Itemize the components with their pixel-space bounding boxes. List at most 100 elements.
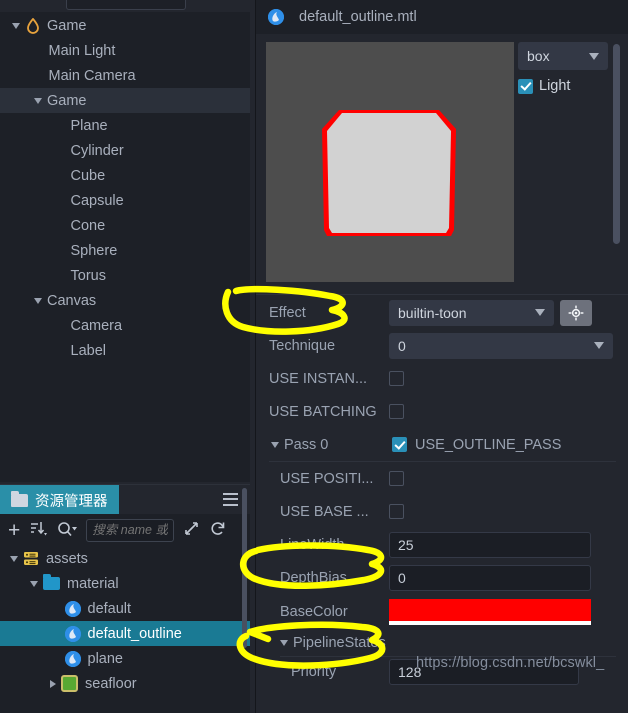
flame-icon <box>25 17 41 34</box>
hierarchy-item-label[interactable]: Label <box>0 338 250 363</box>
material-icon-svg <box>268 9 284 25</box>
left-column: Game Main Light Main Camera Game Plane Cylind… <box>0 0 255 713</box>
collapse-icon-svg <box>185 522 199 535</box>
texture-icon <box>61 675 78 692</box>
chevron-down-icon[interactable] <box>34 297 42 304</box>
search-icon-svg <box>58 521 78 536</box>
hierarchy-item-torus[interactable]: Torus <box>0 263 250 288</box>
chevron-down-icon <box>594 342 604 349</box>
use-base-checkbox[interactable] <box>389 504 404 519</box>
hierarchy-item-main-light[interactable]: Main Light <box>0 38 250 63</box>
hierarchy-item-game[interactable]: Game <box>0 88 250 113</box>
sort-icon[interactable] <box>29 521 48 539</box>
chevron-down-icon[interactable] <box>280 640 288 646</box>
basecolor-label: BaseColor <box>280 604 348 620</box>
technique-select[interactable]: 0 <box>389 332 613 359</box>
hierarchy-item-label: Cube <box>70 167 106 184</box>
properties-list: Effect builtin-toon Technique 0 USE INST… <box>256 296 628 713</box>
database-icon <box>23 551 39 566</box>
technique-label: Technique <box>269 337 336 354</box>
hierarchy-item-label: Capsule <box>70 192 124 209</box>
use-batching-checkbox[interactable] <box>389 404 404 419</box>
hierarchy-item-label: Main Light <box>48 42 116 59</box>
assets-tabbar: 资源管理器 <box>0 484 250 515</box>
chevron-down-icon <box>589 52 599 60</box>
assets-panel: 资源管理器 + 搜索 name 或 assets material defaul… <box>0 484 250 713</box>
effect-value: builtin-toon <box>398 304 467 321</box>
preview-shape-select[interactable]: box <box>518 42 608 70</box>
asset-item-label: default <box>87 600 132 617</box>
folder-icon <box>11 490 28 507</box>
asset-item-label: default_outline <box>87 625 182 642</box>
asset-item-seafloor[interactable]: seafloor <box>0 671 250 696</box>
hierarchy-tree: Game Main Light Main Camera Game Plane Cylind… <box>0 13 250 363</box>
asset-item-assets[interactable]: assets <box>0 546 250 571</box>
hierarchy-item-label: Cylinder <box>70 142 124 159</box>
hierarchy-panel: Game Main Light Main Camera Game Plane Cylind… <box>0 0 250 482</box>
property-row-use-instancing: USE INSTAN... <box>256 362 628 395</box>
hierarchy-item-canvas[interactable]: Canvas <box>0 288 250 313</box>
target-icon <box>568 305 584 320</box>
asset-item-default_outline[interactable]: default_outline <box>0 621 250 646</box>
asset-item-plane[interactable]: plane <box>0 646 250 671</box>
hierarchy-item-camera[interactable]: Camera <box>0 313 250 338</box>
preview-canvas[interactable] <box>266 42 514 282</box>
use-instancing-checkbox[interactable] <box>389 371 404 386</box>
material-icon <box>64 625 81 642</box>
use-instancing-label: USE INSTAN... <box>269 370 368 387</box>
chevron-down-icon[interactable] <box>30 580 38 587</box>
hamburger-menu-icon[interactable] <box>223 493 238 506</box>
property-row-pass0: Pass 0 USE_OUTLINE_PASS <box>256 428 628 461</box>
chevron-down-icon[interactable] <box>271 441 279 448</box>
assets-tree: assets material default default_outlineplan… <box>0 546 250 712</box>
basecolor-swatch[interactable] <box>389 599 591 625</box>
asset-item-material[interactable]: material <box>0 571 250 596</box>
material-icon <box>268 9 284 25</box>
locate-effect-button[interactable] <box>560 299 592 326</box>
asset-item-label: plane <box>87 650 123 667</box>
assets-scrollbar[interactable] <box>242 488 247 648</box>
use-base-label: USE BASE ... <box>280 503 369 520</box>
chevron-down-icon[interactable] <box>34 97 42 104</box>
inspector-scrollbar[interactable] <box>613 44 620 244</box>
chevron-down-icon[interactable] <box>10 555 18 562</box>
chevron-down-icon[interactable] <box>12 22 20 29</box>
depthbias-value: 0 <box>398 569 406 586</box>
chevron-right-icon[interactable] <box>50 679 56 688</box>
refresh-icon[interactable] <box>209 521 226 540</box>
tab-asset-manager[interactable]: 资源管理器 <box>0 485 119 515</box>
use-outline-pass-checkbox[interactable] <box>392 437 407 452</box>
hierarchy-item-capsule[interactable]: Capsule <box>0 188 250 213</box>
hierarchy-item-game[interactable]: Game <box>0 13 250 38</box>
hierarchy-item-label: Main Camera <box>48 67 136 84</box>
refresh-icon-svg <box>211 521 225 535</box>
search-icon[interactable] <box>57 521 78 540</box>
asset-item-default[interactable]: default <box>0 596 250 621</box>
hierarchy-item-plane[interactable]: Plane <box>0 113 250 138</box>
hierarchy-item-label: Cone <box>70 217 106 234</box>
collapse-icon[interactable] <box>183 521 200 539</box>
hierarchy-item-cone[interactable]: Cone <box>0 213 250 238</box>
use-position-checkbox[interactable] <box>389 471 404 486</box>
hierarchy-item-cube[interactable]: Cube <box>0 163 250 188</box>
effect-select[interactable]: builtin-toon <box>389 299 554 326</box>
watermark-text: https://blog.csdn.net/bcswkl_ <box>416 655 605 671</box>
hierarchy-item-main-camera[interactable]: Main Camera <box>0 63 250 88</box>
hierarchy-item-sphere[interactable]: Sphere <box>0 238 250 263</box>
use-outline-pass-label: USE_OUTLINE_PASS <box>415 436 562 453</box>
hierarchy-item-label: Label <box>70 342 106 359</box>
asset-item-label: seafloor <box>85 675 137 692</box>
add-asset-icon[interactable]: + <box>8 520 20 541</box>
linewidth-input[interactable]: 25 <box>389 531 591 558</box>
sort-icon-svg <box>31 522 48 536</box>
hierarchy-item-label: Game <box>47 17 87 34</box>
depthbias-input[interactable]: 0 <box>389 564 591 591</box>
property-row-use-base: USE BASE ... <box>256 495 628 528</box>
hierarchy-item-label: Sphere <box>70 242 118 259</box>
hierarchy-search-input[interactable] <box>66 0 186 10</box>
property-row-pipelinestates: PipelineStates <box>256 630 628 656</box>
hierarchy-searchbar <box>0 0 250 12</box>
assets-search-input[interactable] <box>86 518 175 542</box>
hierarchy-item-cylinder[interactable]: Cylinder <box>0 138 250 163</box>
light-checkbox[interactable] <box>518 78 533 94</box>
